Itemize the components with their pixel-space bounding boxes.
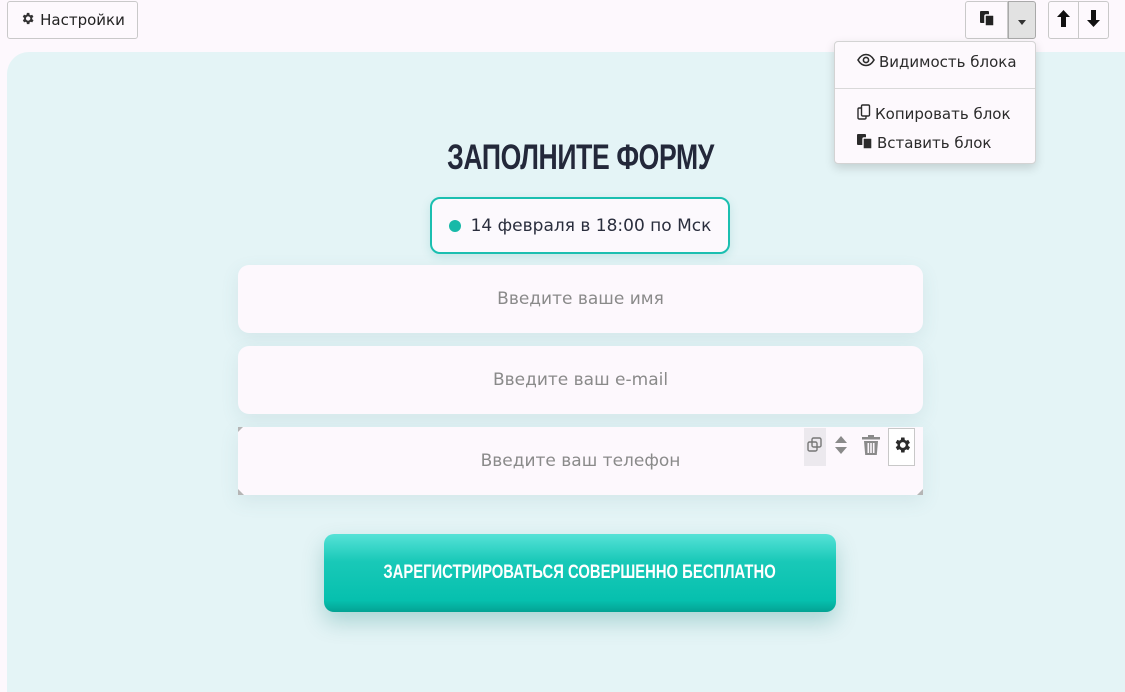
trash-icon bbox=[862, 435, 880, 459]
event-date-text: 14 февраля в 18:00 по Мск bbox=[470, 215, 712, 236]
paste-block-button[interactable] bbox=[965, 1, 1008, 39]
copy-field-button[interactable] bbox=[804, 428, 826, 466]
phone-field-placeholder: Введите ваш телефон bbox=[480, 451, 681, 471]
name-field[interactable]: Введите ваше имя bbox=[238, 265, 923, 333]
delete-field-button[interactable] bbox=[856, 428, 886, 466]
settings-button[interactable]: Настройки bbox=[7, 1, 138, 39]
settings-button-label: Настройки bbox=[40, 11, 125, 29]
register-button-label: ЗАРЕГИСТРИРОВАТЬСЯ СОВЕРШЕННО БЕСПЛАТНО bbox=[383, 562, 777, 583]
gear-icon bbox=[20, 11, 35, 30]
menu-divider bbox=[835, 88, 1035, 89]
field-settings-button[interactable] bbox=[888, 428, 915, 466]
email-field-placeholder: Введите ваш e-mail bbox=[492, 370, 669, 390]
event-date-badge: 14 февраля в 18:00 по Мск bbox=[430, 197, 730, 254]
move-block-up-button[interactable] bbox=[1048, 1, 1079, 39]
menu-item-paste-block[interactable]: Вставить блок bbox=[857, 133, 991, 153]
gear-icon bbox=[892, 435, 912, 459]
menu-item-label: Вставить блок bbox=[877, 134, 992, 152]
move-vertical-icon bbox=[834, 435, 848, 459]
field-toolbar bbox=[804, 427, 915, 467]
eye-icon bbox=[857, 53, 875, 71]
move-block-down-button[interactable] bbox=[1078, 1, 1109, 39]
email-field[interactable]: Введите ваш e-mail bbox=[238, 346, 923, 414]
menu-item-visibility[interactable]: Видимость блока bbox=[857, 53, 1017, 71]
menu-item-label: Копировать блок bbox=[875, 105, 1011, 123]
selection-corner bbox=[238, 489, 244, 495]
copy-icon bbox=[857, 104, 871, 124]
menu-item-copy-block[interactable]: Копировать блок bbox=[857, 104, 1011, 124]
name-field-placeholder: Введите ваше имя bbox=[497, 289, 664, 309]
status-dot bbox=[448, 219, 461, 232]
selection-corner bbox=[238, 427, 243, 432]
register-button[interactable]: ЗАРЕГИСТРИРОВАТЬСЯ СОВЕРШЕННО БЕСПЛАТНО bbox=[324, 534, 836, 612]
paste-icon bbox=[857, 133, 873, 153]
copy-icon bbox=[807, 437, 823, 457]
arrow-down-icon bbox=[1087, 9, 1100, 31]
move-field-handle[interactable] bbox=[826, 428, 856, 466]
menu-item-label: Видимость блока bbox=[879, 53, 1017, 71]
block-menu-dropdown-toggle[interactable] bbox=[1008, 1, 1036, 39]
resize-handle[interactable] bbox=[917, 489, 923, 495]
form-title: ЗАПОЛНИТЕ ФОРМУ bbox=[447, 138, 714, 177]
arrow-up-icon bbox=[1057, 9, 1070, 31]
paste-icon bbox=[979, 9, 995, 31]
block-dropdown-menu: Видимость блока Копировать блок Вставить… bbox=[834, 41, 1036, 164]
caret-down-icon bbox=[1018, 11, 1026, 29]
